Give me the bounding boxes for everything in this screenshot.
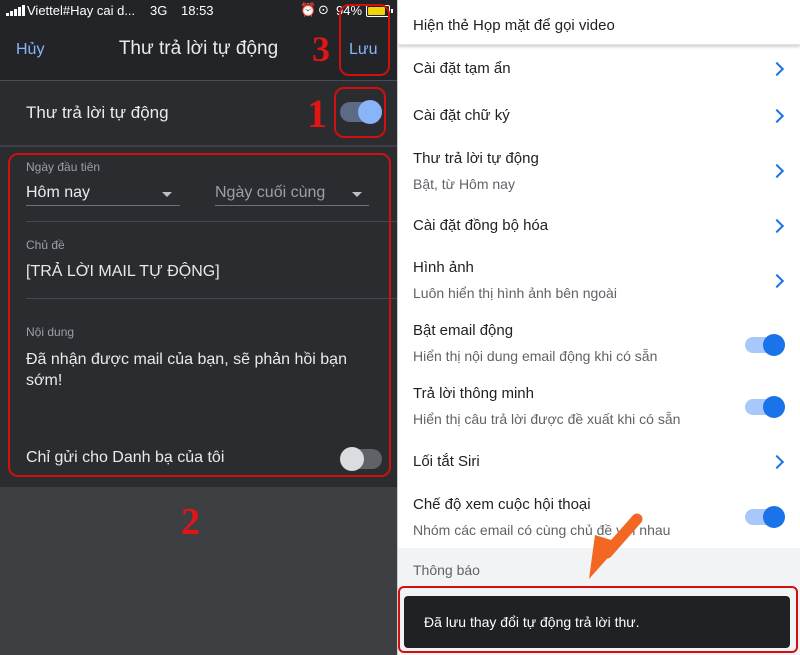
- settings-row-subtitle: Bật, từ Hôm nay: [413, 176, 515, 192]
- annotation-box-form: [8, 153, 391, 477]
- conversation-view-switch[interactable]: [745, 506, 785, 528]
- settings-row-title: Cài đặt chữ ký: [413, 107, 510, 124]
- settings-row-auto-reply[interactable]: Thư trả lời tự động Bật, từ Hôm nay: [398, 138, 800, 205]
- annotation-number-3: 3: [312, 29, 330, 69]
- chevron-right-icon: [769, 218, 785, 234]
- annotation-box-save: [339, 4, 390, 76]
- annotation-number-2: 2: [181, 501, 200, 543]
- settings-row-title: Cài đặt tạm ẩn: [413, 60, 511, 77]
- settings-row-title: Lối tắt Siri: [413, 453, 480, 470]
- settings-row-snooze[interactable]: Cài đặt tạm ẩn: [398, 44, 800, 95]
- signal-icon: [6, 5, 25, 16]
- settings-row-title: Thư trả lời tự động: [413, 150, 539, 167]
- settings-row-meet-card[interactable]: Hiện thẻ Họp mặt để gọi video: [398, 0, 800, 45]
- chevron-right-icon: [769, 454, 785, 470]
- auto-reply-label: Thư trả lời tự động: [26, 103, 169, 122]
- alarm-icon: ⏰: [300, 2, 317, 17]
- settings-row-title: Hiện thẻ Họp mặt để gọi video: [413, 17, 615, 34]
- nav-bar: Hủy Thư trả lời tự động Lưu: [0, 22, 397, 80]
- snackbar-message: Đã lưu thay đổi tự động trả lời thư.: [424, 614, 640, 630]
- settings-row-images[interactable]: Hình ảnh Luôn hiển thị hình ảnh bên ngoà…: [398, 248, 800, 313]
- settings-row-subtitle: Hiển thị nội dung email động khi có sẵn: [413, 348, 658, 364]
- chevron-right-icon: [769, 108, 785, 124]
- status-bar: Viettel#Hay cai d... 3G 18:53 ⏰ ⊙ 94%: [0, 0, 397, 22]
- page-title: Thư trả lời tự động: [118, 38, 279, 59]
- smart-reply-switch[interactable]: [745, 396, 785, 418]
- annotation-box-toggle: [334, 87, 386, 138]
- annotation-number-1: 1: [307, 91, 327, 136]
- chevron-right-icon: [769, 273, 785, 289]
- settings-row-dynamic-email: Bật email động Hiển thị nội dung email đ…: [398, 312, 800, 376]
- settings-row-subtitle: Hiển thị câu trả lời được đề xuất khi có…: [413, 411, 681, 427]
- settings-row-siri-shortcuts[interactable]: Lối tắt Siri: [398, 438, 800, 485]
- settings-row-smart-reply: Trả lời thông minh Hiển thị câu trả lời …: [398, 375, 800, 439]
- network-type: 3G: [150, 3, 168, 18]
- snackbar: Đã lưu thay đổi tự động trả lời thư.: [404, 596, 790, 648]
- dynamic-email-switch[interactable]: [745, 334, 785, 356]
- annotation-arrow-icon: [589, 513, 643, 579]
- settings-row-signature[interactable]: Cài đặt chữ ký: [398, 94, 800, 139]
- chevron-right-icon: [769, 163, 785, 179]
- settings-row-title: Bật email động: [413, 322, 514, 339]
- rotation-lock-icon: ⊙: [318, 2, 329, 17]
- settings-row-title: Cài đặt đồng bộ hóa: [413, 217, 549, 234]
- settings-row-sync[interactable]: Cài đặt đồng bộ hóa: [398, 204, 800, 249]
- settings-row-title: Hình ảnh: [413, 259, 474, 276]
- carrier-name: Viettel#Hay cai d...: [27, 3, 136, 18]
- clock: 18:53: [181, 3, 214, 18]
- section-header-label: Thông báo: [413, 562, 480, 578]
- settings-row-subtitle: Luôn hiển thị hình ảnh bên ngoài: [413, 285, 617, 301]
- settings-row-title: Chế độ xem cuộc hội thoại: [413, 496, 591, 513]
- settings-row-title: Trả lời thông minh: [413, 385, 534, 402]
- chevron-right-icon: [769, 61, 785, 77]
